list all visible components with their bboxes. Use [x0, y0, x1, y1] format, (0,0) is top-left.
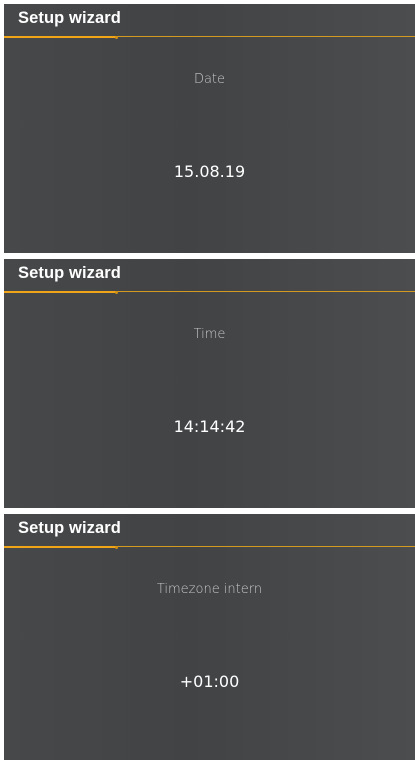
wizard-header: Setup wizard	[4, 259, 415, 294]
wizard-progress-bar	[4, 546, 116, 548]
date-label: Date	[193, 72, 226, 87]
date-value[interactable]: 15.08.19	[4, 162, 415, 181]
wizard-title: Setup wizard	[18, 264, 121, 282]
timezone-value[interactable]: +01:00	[4, 672, 415, 691]
wizard-header: Setup wizard	[4, 4, 415, 39]
setup-wizard-time-screen: Setup wizard Time 14:14:42	[4, 259, 415, 508]
wizard-header: Setup wizard	[4, 514, 415, 549]
wizard-progress-marker	[115, 546, 118, 549]
wizard-progress-bar	[4, 291, 116, 293]
time-label: Time	[193, 327, 226, 342]
wizard-progress-bar	[4, 36, 116, 38]
wizard-progress-marker	[115, 291, 118, 294]
setup-wizard-timezone-screen: Setup wizard Timezone intern +01:00	[4, 514, 415, 760]
timezone-label: Timezone intern	[156, 582, 263, 597]
time-value[interactable]: 14:14:42	[4, 417, 415, 436]
setup-wizard-date-screen: Setup wizard Date 15.08.19	[4, 4, 415, 253]
wizard-progress-marker	[115, 36, 118, 39]
setup-wizard-screens: Setup wizard Date 15.08.19 Setup wizard …	[0, 0, 415, 760]
wizard-title: Setup wizard	[18, 519, 121, 537]
wizard-title: Setup wizard	[18, 9, 121, 27]
